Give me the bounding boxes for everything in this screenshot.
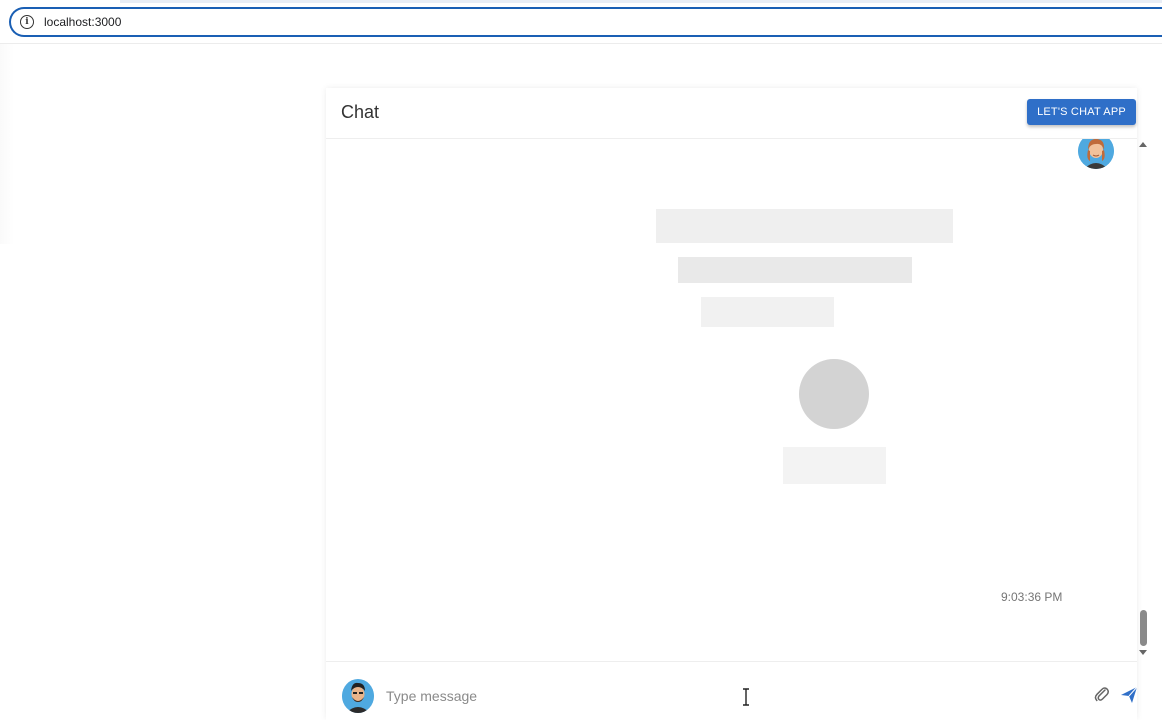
sidebar-edge [0,44,14,244]
scroll-thumb[interactable] [1140,610,1147,646]
message-input[interactable] [384,684,1028,708]
scroll-up-arrow[interactable] [1139,142,1147,147]
lets-chat-app-button[interactable]: LET'S CHAT APP [1027,99,1136,125]
text-cursor-icon [741,688,751,706]
toolbar-divider [0,43,1162,44]
message-timestamp: 9:03:36 PM [1001,590,1063,604]
chat-title: Chat [341,102,380,122]
scroll-down-arrow[interactable] [1139,650,1147,655]
skeleton-line-2 [678,257,912,283]
address-bar[interactable]: i localhost:3000 [9,7,1162,37]
user-avatar [342,679,374,713]
send-icon[interactable] [1120,686,1138,704]
skeleton-line-3 [701,297,834,327]
chat-header: Chat LET'S CHAT APP [326,88,1137,139]
info-icon[interactable]: i [20,15,34,29]
skeleton-line-4 [783,447,886,484]
message-composer [326,661,1138,720]
contact-avatar [1078,139,1114,169]
attach-icon[interactable] [1094,686,1110,704]
skeleton-line-1 [656,209,953,243]
browser-tab-strip [0,0,1162,6]
chat-card: Chat LET'S CHAT APP 9:03:36 PM [326,88,1138,720]
message-scrollbar[interactable] [1137,138,1151,660]
address-url[interactable]: localhost:3000 [44,15,121,29]
skeleton-avatar-circle [799,359,869,429]
message-list[interactable]: 9:03:36 PM [326,139,1137,661]
